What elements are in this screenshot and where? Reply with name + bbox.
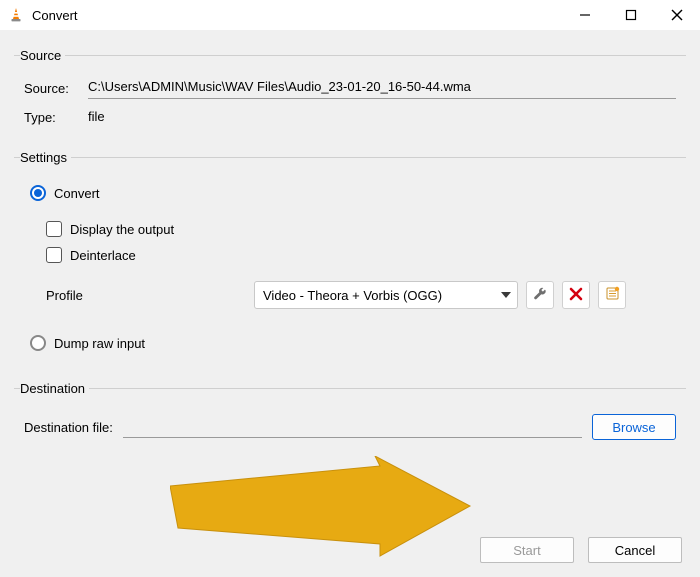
radio-icon bbox=[30, 185, 46, 201]
checkbox-icon bbox=[46, 247, 62, 263]
deinterlace-label: Deinterlace bbox=[70, 248, 136, 263]
source-group: Source Source: Type: file bbox=[14, 48, 686, 138]
edit-profile-button[interactable] bbox=[526, 281, 554, 309]
chevron-down-icon bbox=[501, 292, 511, 298]
browse-label: Browse bbox=[612, 420, 655, 435]
cancel-button[interactable]: Cancel bbox=[588, 537, 682, 563]
type-value: file bbox=[88, 107, 105, 128]
minimize-button[interactable] bbox=[562, 0, 608, 30]
convert-radio-label: Convert bbox=[54, 186, 100, 201]
source-legend: Source bbox=[20, 48, 65, 63]
window-controls bbox=[562, 0, 700, 30]
destination-group: Destination Destination file: Browse bbox=[14, 381, 686, 452]
display-output-label: Display the output bbox=[70, 222, 174, 237]
destination-legend: Destination bbox=[20, 381, 89, 396]
window-title: Convert bbox=[32, 8, 562, 23]
maximize-button[interactable] bbox=[608, 0, 654, 30]
delete-profile-button[interactable] bbox=[562, 281, 590, 309]
checkbox-icon bbox=[46, 221, 62, 237]
browse-button[interactable]: Browse bbox=[592, 414, 676, 440]
dump-raw-label: Dump raw input bbox=[54, 336, 145, 351]
profile-label: Profile bbox=[46, 288, 246, 303]
titlebar: Convert bbox=[0, 0, 700, 30]
close-button[interactable] bbox=[654, 0, 700, 30]
new-profile-button[interactable] bbox=[598, 281, 626, 309]
type-label: Type: bbox=[24, 110, 88, 125]
start-button[interactable]: Start bbox=[480, 537, 574, 563]
profile-select[interactable]: Video - Theora + Vorbis (OGG) bbox=[254, 281, 518, 309]
profile-value: Video - Theora + Vorbis (OGG) bbox=[263, 288, 442, 303]
dialog-footer: Start Cancel bbox=[480, 537, 682, 563]
dump-raw-radio[interactable]: Dump raw input bbox=[30, 335, 676, 351]
annotation-arrow bbox=[170, 456, 490, 566]
convert-radio[interactable]: Convert bbox=[30, 185, 676, 201]
vlc-icon bbox=[8, 7, 24, 23]
new-profile-icon bbox=[605, 286, 620, 304]
destination-file-input[interactable] bbox=[123, 416, 582, 438]
start-label: Start bbox=[513, 543, 540, 558]
wrench-icon bbox=[532, 286, 548, 305]
source-label: Source: bbox=[24, 81, 88, 96]
cancel-label: Cancel bbox=[615, 543, 655, 558]
source-input[interactable] bbox=[88, 77, 676, 99]
destination-file-label: Destination file: bbox=[24, 420, 113, 435]
settings-legend: Settings bbox=[20, 150, 71, 165]
settings-group: Settings Convert Display the output Dein… bbox=[14, 150, 686, 369]
delete-icon bbox=[569, 287, 583, 304]
display-output-checkbox[interactable]: Display the output bbox=[46, 221, 676, 237]
deinterlace-checkbox[interactable]: Deinterlace bbox=[46, 247, 676, 263]
radio-icon bbox=[30, 335, 46, 351]
